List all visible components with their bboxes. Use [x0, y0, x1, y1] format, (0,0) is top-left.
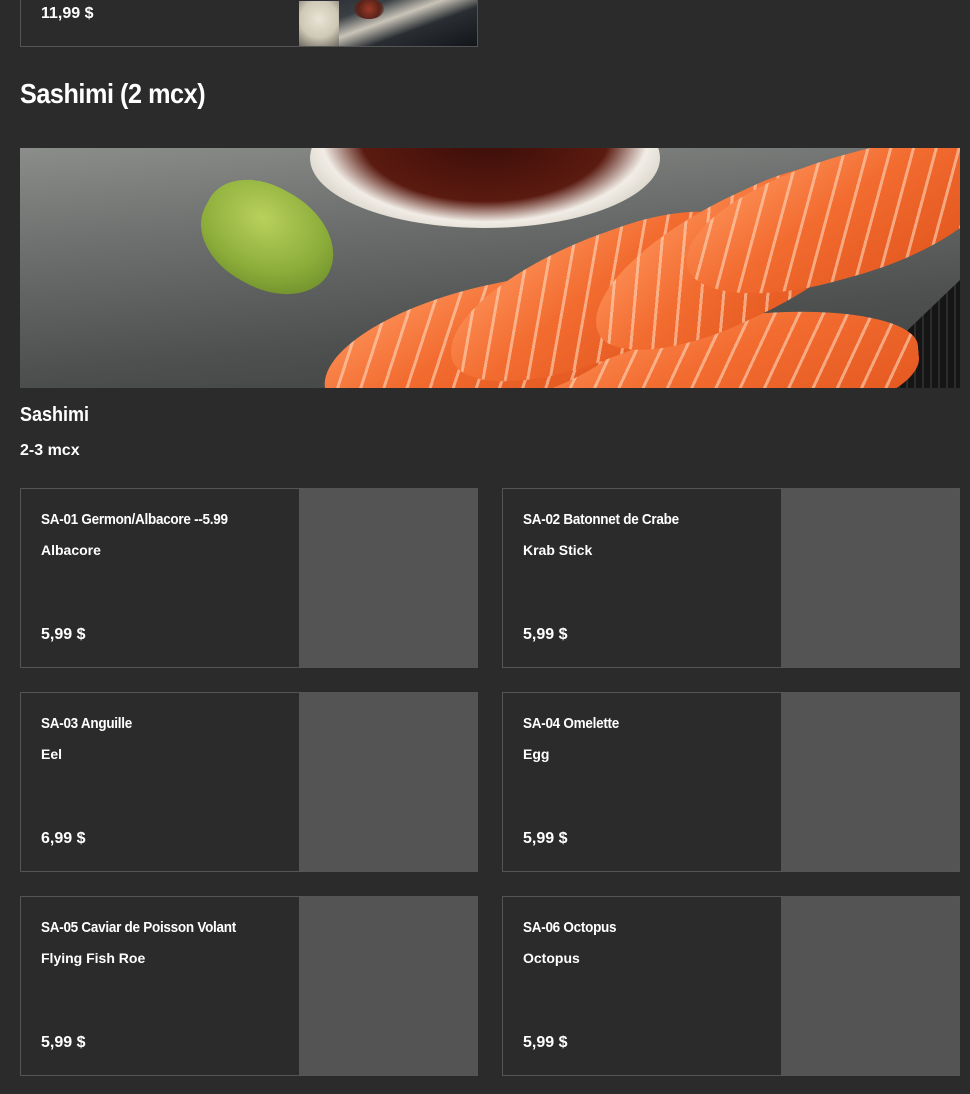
item-image-placeholder [781, 489, 959, 667]
item-description: Octopus [523, 950, 580, 966]
group-title: Sashimi [20, 404, 90, 426]
section-title: Sashimi (2 mcx) [20, 78, 206, 109]
item-image-placeholder [781, 693, 959, 871]
menu-item-card[interactable]: SA-06 Octopus Octopus 5,99 $ [502, 896, 960, 1076]
item-description: Egg [523, 746, 550, 762]
item-image-placeholder [299, 693, 477, 871]
item-description: Flying Fish Roe [41, 950, 146, 966]
item-name: SA-05 Caviar de Poisson Volant [41, 919, 236, 936]
item-description: Krab Stick [523, 542, 593, 558]
item-name: SA-02 Batonnet de Crabe [523, 511, 679, 528]
item-image-placeholder [299, 489, 477, 667]
group-subtitle: 2-3 mcx [20, 442, 80, 459]
menu-item-card[interactable]: SA-03 Anguille Eel 6,99 $ [20, 692, 478, 872]
item-price: 5,99 $ [41, 1034, 86, 1051]
item-price: 11,99 $ [41, 5, 94, 22]
item-price: 5,99 $ [523, 830, 568, 847]
menu-page: 11,99 $ Sashimi (2 mcx) Sashimi 2-3 mcx … [0, 0, 970, 1094]
item-image-placeholder [781, 897, 959, 1075]
item-description: Albacore [41, 542, 101, 558]
item-price: 5,99 $ [523, 1034, 568, 1051]
section-banner-image [20, 148, 960, 388]
item-name: SA-04 Omelette [523, 715, 620, 732]
item-price: 5,99 $ [41, 626, 86, 643]
menu-item-card[interactable]: SA-02 Batonnet de Crabe Krab Stick 5,99 … [502, 488, 960, 668]
menu-item-card[interactable]: 11,99 $ [20, 0, 478, 47]
item-name: SA-06 Octopus [523, 919, 617, 936]
menu-item-card[interactable]: SA-04 Omelette Egg 5,99 $ [502, 692, 960, 872]
item-price: 6,99 $ [41, 830, 86, 847]
item-name: SA-03 Anguille [41, 715, 132, 732]
item-image [299, 0, 477, 46]
menu-item-card[interactable]: SA-05 Caviar de Poisson Volant Flying Fi… [20, 896, 478, 1076]
item-price: 5,99 $ [523, 626, 568, 643]
menu-item-card[interactable]: SA-01 Germon/Albacore --5.99 Albacore 5,… [20, 488, 478, 668]
item-description: Eel [41, 746, 63, 762]
item-image-placeholder [299, 897, 477, 1075]
item-name: SA-01 Germon/Albacore --5.99 [41, 511, 228, 528]
